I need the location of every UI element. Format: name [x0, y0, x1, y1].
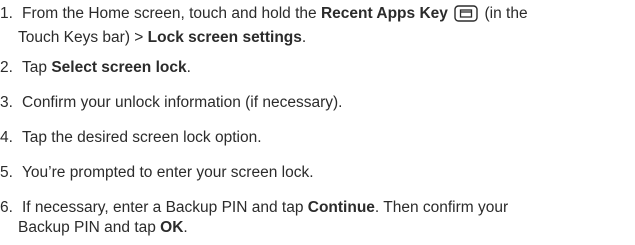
step-number: 3. [0, 94, 13, 111]
step-number: 1. [0, 5, 13, 22]
step-text: Tap the desired screen lock option. [22, 129, 262, 146]
step-text: Tap [22, 59, 52, 76]
step-number: 2. [0, 59, 13, 76]
step-text: From the Home screen, touch and hold the [22, 5, 321, 22]
continue-label: Continue [307, 199, 375, 216]
step-5: 5. You’re prompted to enter your screen l… [0, 163, 314, 183]
step-number: 6. [0, 199, 13, 216]
recent-apps-key-icon [454, 5, 478, 28]
step-text: You’re prompted to enter your screen loc… [22, 164, 314, 181]
step-text: . [186, 59, 191, 76]
step-6: 6. If necessary, enter a Backup PIN and t… [0, 198, 508, 238]
step-3: 3. Confirm your unlock information (if ne… [0, 93, 342, 113]
step-number: 5. [0, 164, 13, 181]
step-text: . Then confirm your [374, 199, 509, 216]
step-4: 4. Tap the desired screen lock option. [0, 128, 262, 148]
ok-label: OK [160, 219, 184, 236]
step-text: (in the [480, 5, 528, 22]
step-text: If necessary, enter a Backup PIN and tap [22, 199, 308, 216]
step-2: 2. Tap Select screen lock. [0, 58, 191, 78]
select-screen-lock-label: Select screen lock [51, 59, 187, 76]
instruction-steps: 1. From the Home screen, touch and hold t… [0, 0, 635, 245]
lock-screen-settings-label: Lock screen settings [147, 29, 302, 46]
step-text: . [183, 219, 188, 236]
step-text: Confirm your unlock information (if nece… [22, 94, 343, 111]
step-text: . [301, 29, 307, 46]
step-text: Backup PIN and tap [18, 219, 161, 236]
step-number: 4. [0, 129, 13, 146]
step-1: 1. From the Home screen, touch and hold t… [0, 4, 528, 48]
recent-apps-key-label: Recent Apps Key [320, 5, 448, 22]
step-text: Touch Keys bar) > [18, 29, 148, 46]
